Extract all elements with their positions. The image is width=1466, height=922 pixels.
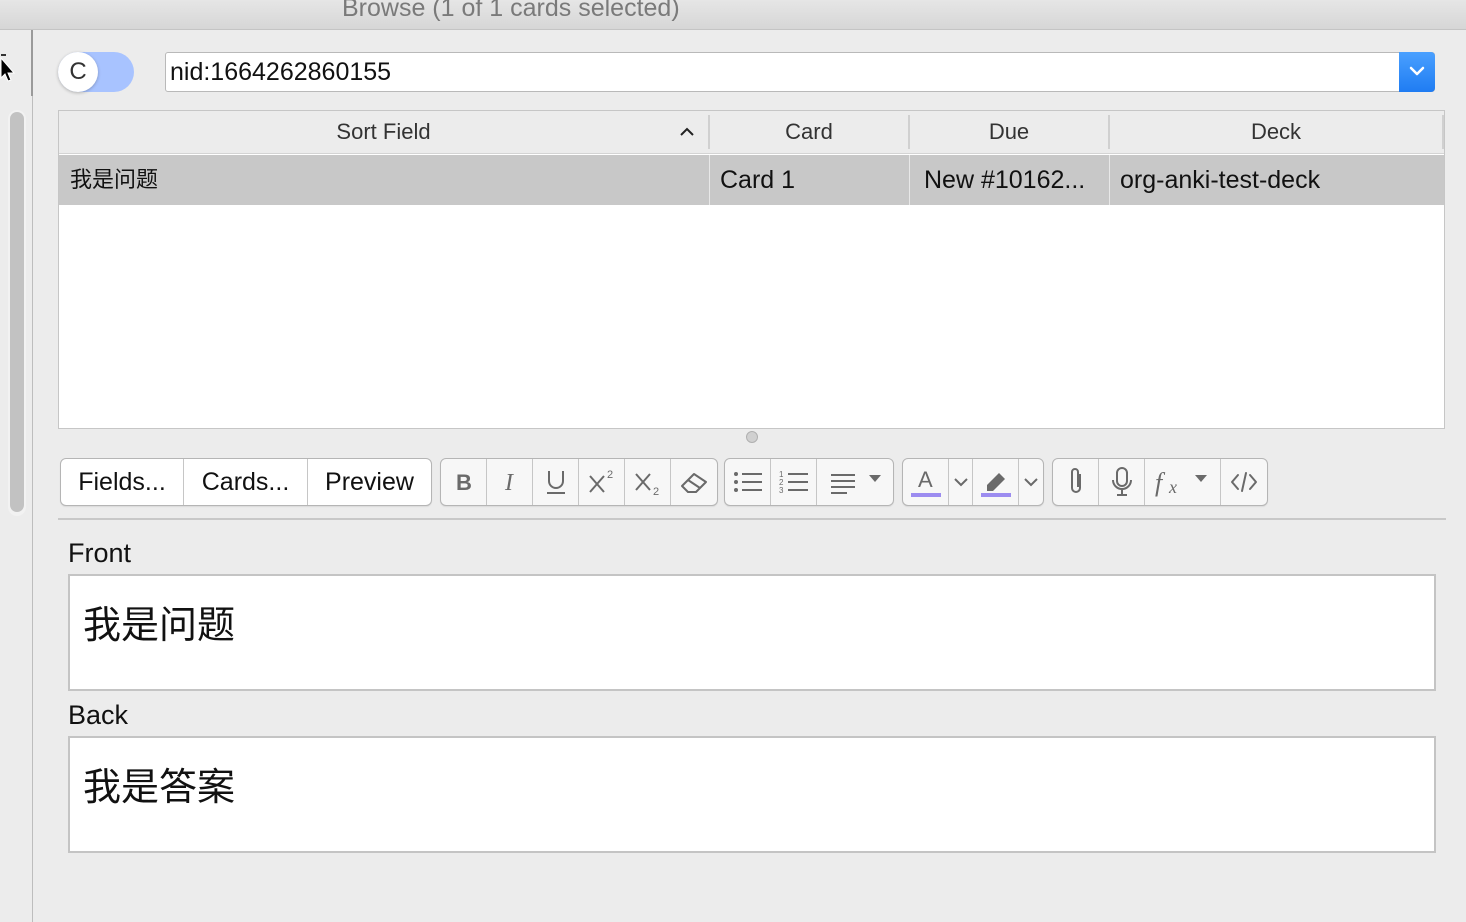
column-header-due[interactable]: Due	[910, 115, 1110, 149]
eraser-icon	[681, 473, 707, 493]
html-editor-button[interactable]	[1221, 459, 1267, 505]
text-color-dropdown[interactable]	[949, 459, 973, 505]
svg-text:2: 2	[653, 486, 659, 496]
math-menu-button[interactable]: fx	[1145, 459, 1221, 505]
svg-text:3: 3	[779, 486, 784, 495]
cards-button[interactable]: Cards...	[184, 459, 308, 505]
superscript-button[interactable]: 2	[579, 459, 625, 505]
cell-sort-field: 我是问题	[70, 167, 159, 192]
numbered-list-button[interactable]: 123	[771, 459, 817, 505]
text-color-icon: A	[910, 467, 941, 497]
align-icon	[831, 474, 881, 494]
chevron-down-icon	[953, 478, 968, 487]
clear-format-button[interactable]	[671, 459, 717, 505]
search-history-dropdown[interactable]	[1399, 52, 1435, 92]
preview-button[interactable]: Preview	[308, 459, 431, 505]
color-toolbar: A	[902, 458, 1044, 506]
record-audio-button[interactable]	[1099, 459, 1145, 505]
cell-divider	[909, 155, 910, 205]
underline-icon	[546, 471, 565, 494]
toolbar-divider	[58, 518, 1446, 520]
attach-media-button[interactable]	[1053, 459, 1099, 505]
alignment-button[interactable]	[817, 459, 893, 505]
function-icon: fx	[1155, 468, 1207, 497]
subscript-button[interactable]: 2	[625, 459, 671, 505]
back-field-value[interactable]: 我是答案	[83, 756, 235, 811]
bold-button[interactable]: B	[441, 459, 487, 505]
sidebar-panel	[0, 30, 33, 922]
field-label-back: Back	[68, 700, 129, 730]
italic-button[interactable]: I	[487, 459, 533, 505]
search-box[interactable]	[165, 52, 1435, 92]
sidebar-scrollbar[interactable]	[8, 110, 26, 516]
bold-icon: B	[456, 470, 472, 494]
fields-button[interactable]: Fields...	[61, 459, 184, 505]
chevron-down-icon	[1024, 478, 1038, 487]
field-label-front: Front	[68, 538, 132, 568]
cell-due: New #10162...	[924, 166, 1086, 194]
bullet-list-icon	[733, 472, 762, 492]
underline-button[interactable]	[533, 459, 579, 505]
title-bar: Browse (1 of 1 cards selected)	[0, 0, 1466, 30]
subscript-icon: 2	[634, 473, 659, 496]
editor-action-buttons: Fields... Cards... Preview	[60, 458, 432, 506]
bullet-list-button[interactable]	[725, 459, 771, 505]
table-header: Sort Field Card Due Deck	[59, 111, 1444, 154]
sort-ascending-icon	[680, 127, 694, 136]
svg-text:I: I	[504, 470, 514, 494]
cards-table: Sort Field Card Due Deck 我是问题 Card 1 New…	[58, 110, 1445, 429]
superscript-icon: 2	[588, 469, 613, 493]
column-header-deck[interactable]: Deck	[1110, 115, 1444, 149]
highlight-icon	[980, 473, 1011, 497]
mouse-cursor-icon	[0, 54, 16, 82]
svg-text:2: 2	[607, 469, 613, 481]
cell-divider	[709, 155, 710, 205]
html-code-icon	[1231, 472, 1257, 492]
svg-text:B: B	[456, 470, 472, 494]
front-field-value[interactable]: 我是问题	[83, 594, 235, 649]
back-field-editor[interactable]: 我是答案	[68, 736, 1436, 853]
card-note-toggle[interactable]: C	[58, 52, 134, 92]
cell-divider	[1109, 155, 1110, 205]
highlight-color-button[interactable]	[973, 459, 1019, 505]
italic-icon: I	[504, 470, 514, 494]
pane-splitter-handle[interactable]	[746, 431, 758, 443]
svg-text:x: x	[1168, 477, 1177, 497]
svg-text:f: f	[1155, 468, 1166, 497]
list-toolbar: 123	[724, 458, 894, 506]
numbered-list-icon: 123	[779, 470, 808, 495]
column-header-card[interactable]: Card	[710, 115, 910, 149]
text-format-toolbar: B I 2 2	[440, 458, 718, 506]
chevron-down-icon	[1409, 66, 1425, 76]
paperclip-icon	[1070, 468, 1081, 493]
toggle-knob[interactable]: C	[58, 52, 98, 92]
media-toolbar: fx	[1052, 458, 1268, 506]
cell-deck: org-anki-test-deck	[1120, 166, 1321, 194]
scrollbar-thumb[interactable]	[10, 112, 24, 512]
front-field-editor[interactable]: 我是问题	[68, 574, 1436, 691]
sidebar-splitter[interactable]	[31, 30, 33, 96]
text-color-button[interactable]: A	[903, 459, 949, 505]
svg-text:A: A	[918, 467, 933, 492]
window-title: Browse (1 of 1 cards selected)	[342, 0, 680, 22]
table-row[interactable]: 我是问题 Card 1 New #10162... org-anki-test-…	[59, 155, 1444, 205]
highlight-color-dropdown[interactable]	[1019, 459, 1043, 505]
microphone-icon	[1111, 467, 1132, 496]
search-input[interactable]	[170, 55, 1390, 89]
column-header-sort-field[interactable]: Sort Field	[59, 115, 710, 149]
cell-card: Card 1	[720, 166, 796, 194]
